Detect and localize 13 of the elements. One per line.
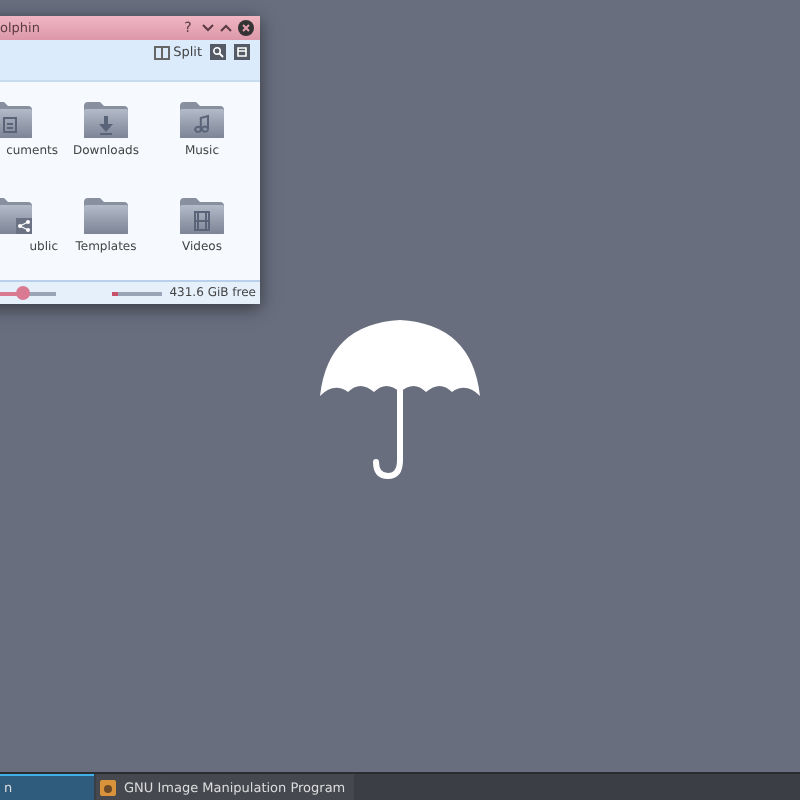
- search-button[interactable]: [210, 44, 226, 60]
- split-view-icon: [153, 45, 170, 59]
- close-icon[interactable]: [238, 20, 254, 36]
- menu-button[interactable]: [234, 44, 250, 60]
- download-folder-icon: [84, 102, 128, 138]
- music-folder-icon: [180, 102, 224, 138]
- minimize-icon[interactable]: [202, 24, 214, 32]
- app-icon: [100, 780, 116, 796]
- maximize-icon[interactable]: [220, 24, 232, 32]
- film-folder-icon: [180, 197, 224, 233]
- umbrella-icon: [320, 320, 480, 480]
- folder-icon: [84, 197, 128, 233]
- document-folder-icon: [0, 102, 32, 138]
